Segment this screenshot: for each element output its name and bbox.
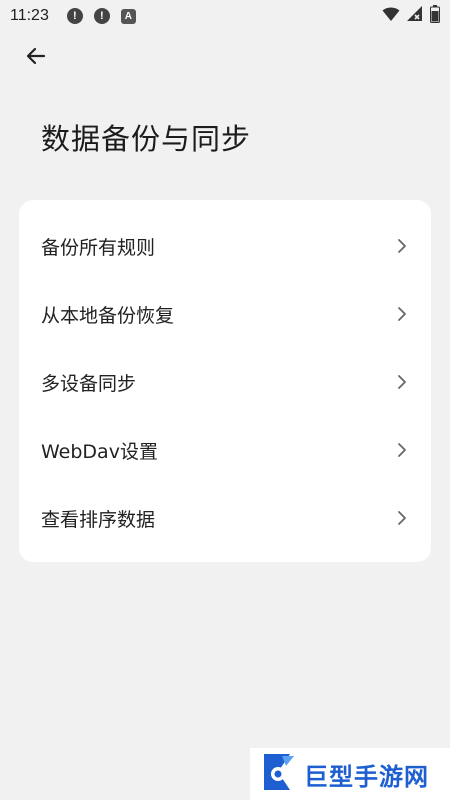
watermark-logo-icon — [260, 752, 296, 796]
battery-icon — [430, 5, 440, 27]
watermark-text: 巨型手游网 — [304, 762, 429, 791]
menu-item-view-sort-data[interactable]: 查看排序数据 — [19, 484, 431, 552]
status-time: 11:23 — [10, 7, 49, 24]
menu-item-label: 多设备同步 — [41, 372, 137, 395]
alert-icon: ! — [66, 8, 83, 24]
menu-item-label: 备份所有规则 — [41, 236, 156, 259]
menu-item-restore-local-backup[interactable]: 从本地备份恢复 — [19, 280, 431, 348]
screen: 11:23 ! ! A 数据备份与同步 备份所有规则 从本地备份恢复 多设备同步… — [0, 0, 450, 800]
menu-item-label: 查看排序数据 — [41, 508, 156, 531]
settings-card: 备份所有规则 从本地备份恢复 多设备同步 WebDav设置 查看排序数据 — [19, 200, 431, 562]
status-right-icons — [382, 5, 440, 27]
menu-item-multi-device-sync[interactable]: 多设备同步 — [19, 348, 431, 416]
chevron-right-icon — [395, 375, 409, 389]
alert-icon: ! — [93, 8, 110, 24]
menu-item-webdav-settings[interactable]: WebDav设置 — [19, 416, 431, 484]
back-button[interactable] — [18, 40, 54, 76]
chevron-right-icon — [395, 511, 409, 525]
signal-icon — [406, 6, 424, 26]
arrow-left-icon — [24, 44, 48, 72]
watermark: 巨型手游网 — [250, 748, 450, 800]
a-badge-icon: A — [120, 8, 136, 24]
status-bar: 11:23 ! ! A — [0, 0, 450, 32]
page-title: 数据备份与同步 — [41, 122, 252, 156]
chevron-right-icon — [395, 307, 409, 321]
menu-item-label: 从本地备份恢复 — [41, 304, 175, 327]
menu-item-label: WebDav设置 — [41, 440, 158, 463]
chevron-right-icon — [395, 443, 409, 457]
wifi-icon — [382, 6, 400, 26]
menu-item-backup-all-rules[interactable]: 备份所有规则 — [19, 212, 431, 280]
chevron-right-icon — [395, 239, 409, 253]
